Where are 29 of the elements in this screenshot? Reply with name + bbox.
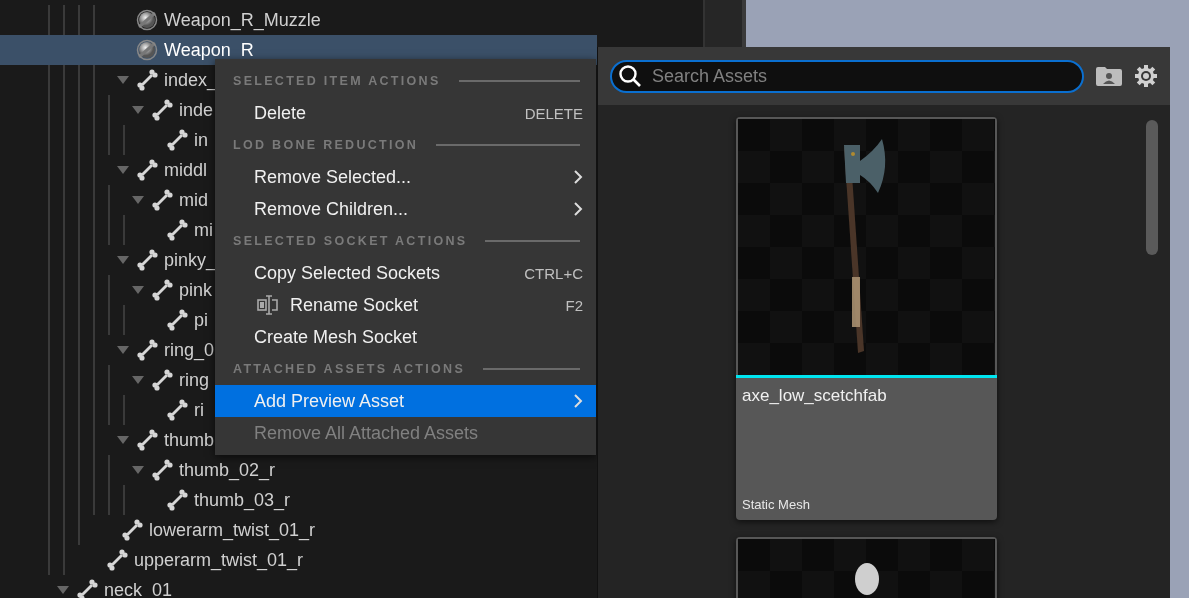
bone-name: inde	[179, 99, 214, 121]
shortcut-label: F2	[565, 296, 583, 314]
shortcut-label: CTRL+C	[524, 264, 583, 282]
bone-name: middl	[164, 159, 207, 181]
bone-name: ring	[179, 369, 209, 391]
bone-name: lowerarm_twist_01_r	[149, 519, 316, 541]
bone-name: thumb_03_r	[194, 489, 291, 511]
asset-type: Static Mesh	[741, 497, 811, 514]
section-heading: ATTACHED ASSETS ACTIONS	[233, 362, 466, 376]
bone-name: mi	[194, 219, 213, 241]
bone-name: Weapon_R_Muzzle	[164, 9, 321, 31]
bone-name: in	[194, 129, 208, 151]
bone-name: pink	[179, 279, 213, 301]
asset-name: axe_low_scetchfab	[741, 385, 888, 407]
bone-name: index_	[164, 69, 218, 91]
bone-name: Weapon_R	[164, 39, 254, 61]
bone-name: thumb_02_r	[179, 459, 276, 481]
bone-name: ring_0	[164, 339, 215, 361]
bone-name: pinky_	[164, 249, 217, 271]
shortcut-label: DELETE	[524, 104, 583, 122]
section-heading: SELECTED SOCKET ACTIONS	[233, 234, 468, 248]
bone-name: upperarm_twist_01_r	[134, 549, 304, 571]
section-heading: LOD BONE REDUCTION	[233, 138, 419, 152]
section-heading: SELECTED ITEM ACTIONS	[233, 74, 441, 88]
bone-name: neck_01	[104, 579, 173, 598]
bone-name: pi	[194, 309, 208, 331]
bone-name: mid	[179, 189, 208, 211]
bone-name: thumb	[164, 429, 215, 451]
bone-name: ri	[194, 399, 204, 421]
